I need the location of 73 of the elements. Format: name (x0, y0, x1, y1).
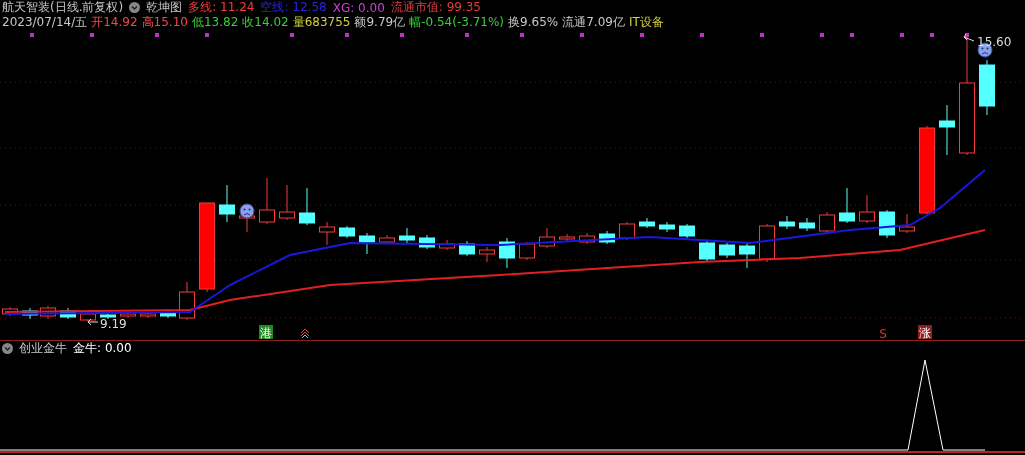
chevron-icon[interactable] (2, 343, 13, 354)
quote-field: 收14.02 (242, 14, 289, 31)
candlestick (979, 59, 995, 116)
candlestick (219, 184, 235, 223)
candlestick (439, 239, 455, 251)
candlestick (100, 311, 116, 320)
indicator-name: 乾坤图 (146, 0, 183, 16)
candlestick (799, 217, 815, 232)
candlestick (579, 232, 595, 245)
signal-label: 涨 (919, 326, 931, 340)
candlestick (739, 242, 755, 269)
candlestick (160, 310, 176, 319)
quote-field: 量683755 (292, 14, 351, 31)
arrow-icon (87, 318, 99, 326)
quote-field: 流通7.09亿 (562, 14, 625, 31)
signal-label: 港 (260, 326, 272, 340)
quote-field: 开14.92 (91, 14, 138, 31)
arrow-icon (963, 33, 975, 42)
candlestick (719, 242, 735, 259)
low-price-label: 9.19 (100, 317, 127, 331)
candlestick (479, 246, 495, 263)
panel-title: 创业金牛 (19, 340, 67, 357)
indicator-value: 流通市值: 99.35 (390, 0, 481, 16)
quote-field: 低13.82 (191, 14, 239, 31)
candlestick (859, 194, 875, 224)
candlestick (839, 187, 855, 224)
signal-label: S (879, 327, 887, 340)
candlestick (559, 233, 575, 242)
candlestick (939, 104, 955, 156)
candlestick (179, 281, 195, 321)
candlestick (399, 227, 415, 244)
candlestick (679, 223, 695, 239)
candlestick (40, 305, 56, 320)
candlestick (299, 187, 315, 226)
candlestick (319, 221, 335, 246)
candlestick (419, 234, 435, 250)
quote-field: 换9.65% (508, 14, 559, 31)
candlestick (539, 227, 555, 249)
candlestick (359, 232, 375, 255)
candlestick (659, 221, 675, 233)
candlestick (879, 209, 895, 239)
indicator-value: 金牛: 0.00 (73, 340, 132, 357)
candlestick (140, 311, 156, 319)
quote-field: IT设备 (628, 14, 664, 31)
quote-date: 2023/07/14/五 (2, 14, 88, 31)
candlestick (259, 177, 275, 225)
indicator-value: XG: 0.00 (332, 0, 385, 15)
candlestick (60, 307, 76, 320)
candlestick (599, 230, 615, 245)
candlestick (779, 215, 795, 230)
candlestick (499, 237, 515, 269)
candlestick (899, 213, 915, 234)
candlestick (619, 221, 635, 241)
candlestick (22, 307, 38, 320)
indicator-value: 多线: 11.24 (188, 0, 255, 16)
candlestick (279, 184, 295, 221)
candlestick (819, 211, 835, 234)
high-price-label: 15.60 (977, 35, 1012, 49)
stock-title: 航天智装(日线.前复权) (2, 0, 124, 16)
face-icon (239, 203, 255, 219)
chevron-icon[interactable] (129, 2, 141, 13)
quote-field: 额9.79亿 (354, 14, 406, 31)
quote-field: 高15.10 (141, 14, 188, 31)
candlestick (459, 240, 475, 257)
candlestick (639, 217, 655, 229)
candlestick (519, 241, 535, 261)
candlestick (80, 311, 96, 323)
quote-field: 幅-0.54(-3.71%) (409, 14, 505, 31)
candlestick (699, 239, 715, 262)
candlestick (379, 234, 395, 245)
up-arrow-icon (300, 328, 310, 339)
candlestick (339, 225, 355, 239)
indicator-value: 空线: 12.58 (260, 0, 327, 16)
